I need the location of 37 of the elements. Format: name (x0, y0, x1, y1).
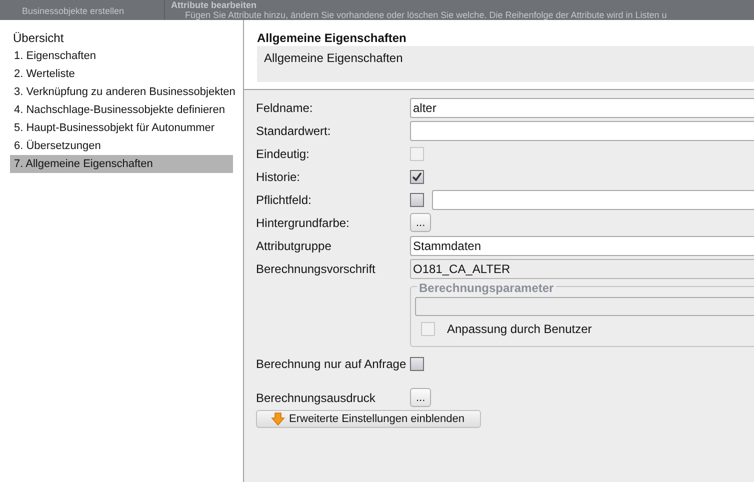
input-field[interactable] (410, 120, 754, 140)
ellipsis-button[interactable]: ... (410, 213, 432, 232)
checkmark-icon (412, 172, 422, 181)
nav-item[interactable]: 7. Allgemeine Eigenschaften (10, 155, 233, 173)
nav-item[interactable]: 6. Übersetzungen (10, 137, 233, 155)
field-label: Standardwert: (256, 122, 332, 140)
checkbox[interactable] (410, 192, 424, 206)
ellipsis-button[interactable]: ... (410, 388, 432, 407)
input-field[interactable] (432, 190, 754, 210)
header-title: Allgemeine Eigenschaften (257, 31, 408, 46)
nav-item[interactable]: 1. Eigenschaften (10, 47, 233, 65)
checkbox[interactable] (410, 170, 424, 184)
header-description: Allgemeine Eigenschaften (257, 46, 754, 82)
checkbox[interactable] (410, 356, 424, 370)
nav-title: Übersicht (12, 30, 65, 47)
field-label: Berechnungsvorschrift (256, 260, 376, 278)
background-title: Attribute bearbeiten (171, 0, 258, 10)
down-arrow-icon (271, 412, 285, 426)
advanced-settings-button[interactable]: Erweiterte Einstellungen einblenden (256, 410, 481, 428)
checkbox-label: Anpassung durch Benutzer (447, 321, 592, 338)
input-field[interactable]: alter (410, 98, 754, 118)
background-text: Fügen Sie Attribute hinzu, ändern Sie vorhandene oder löschen Sie welche. Die Reihenfolge der Attribute wird in Listen u (184, 10, 668, 20)
field-label: Berechnung nur auf Anfrage (256, 356, 408, 372)
field-label: Historie: (256, 168, 302, 186)
field-label: Pflichtfeld: (256, 192, 312, 208)
nav-item[interactable]: 4. Nachschlage-Businessobjekte definieren (10, 101, 233, 119)
field-label: Berechnungsausdruck (256, 390, 376, 406)
field-label: Attributgruppe (256, 238, 332, 254)
input-field[interactable] (415, 297, 754, 316)
input-field[interactable]: Stammdaten (410, 236, 754, 256)
nav-item[interactable]: 3. Verknüpfung zu anderen Businessobjekten (10, 83, 233, 101)
nav-item[interactable]: 5. Haupt-Businessobjekt für Autonummer (10, 119, 233, 137)
nav-item[interactable]: 2. Werteliste (10, 65, 233, 83)
background-text: Businessobjekte erstellen (22, 6, 124, 16)
field-label: Hintergrundfarbe: (256, 214, 350, 232)
field-label: Eindeutig: (256, 146, 310, 162)
field-label: Feldname: (256, 100, 314, 116)
